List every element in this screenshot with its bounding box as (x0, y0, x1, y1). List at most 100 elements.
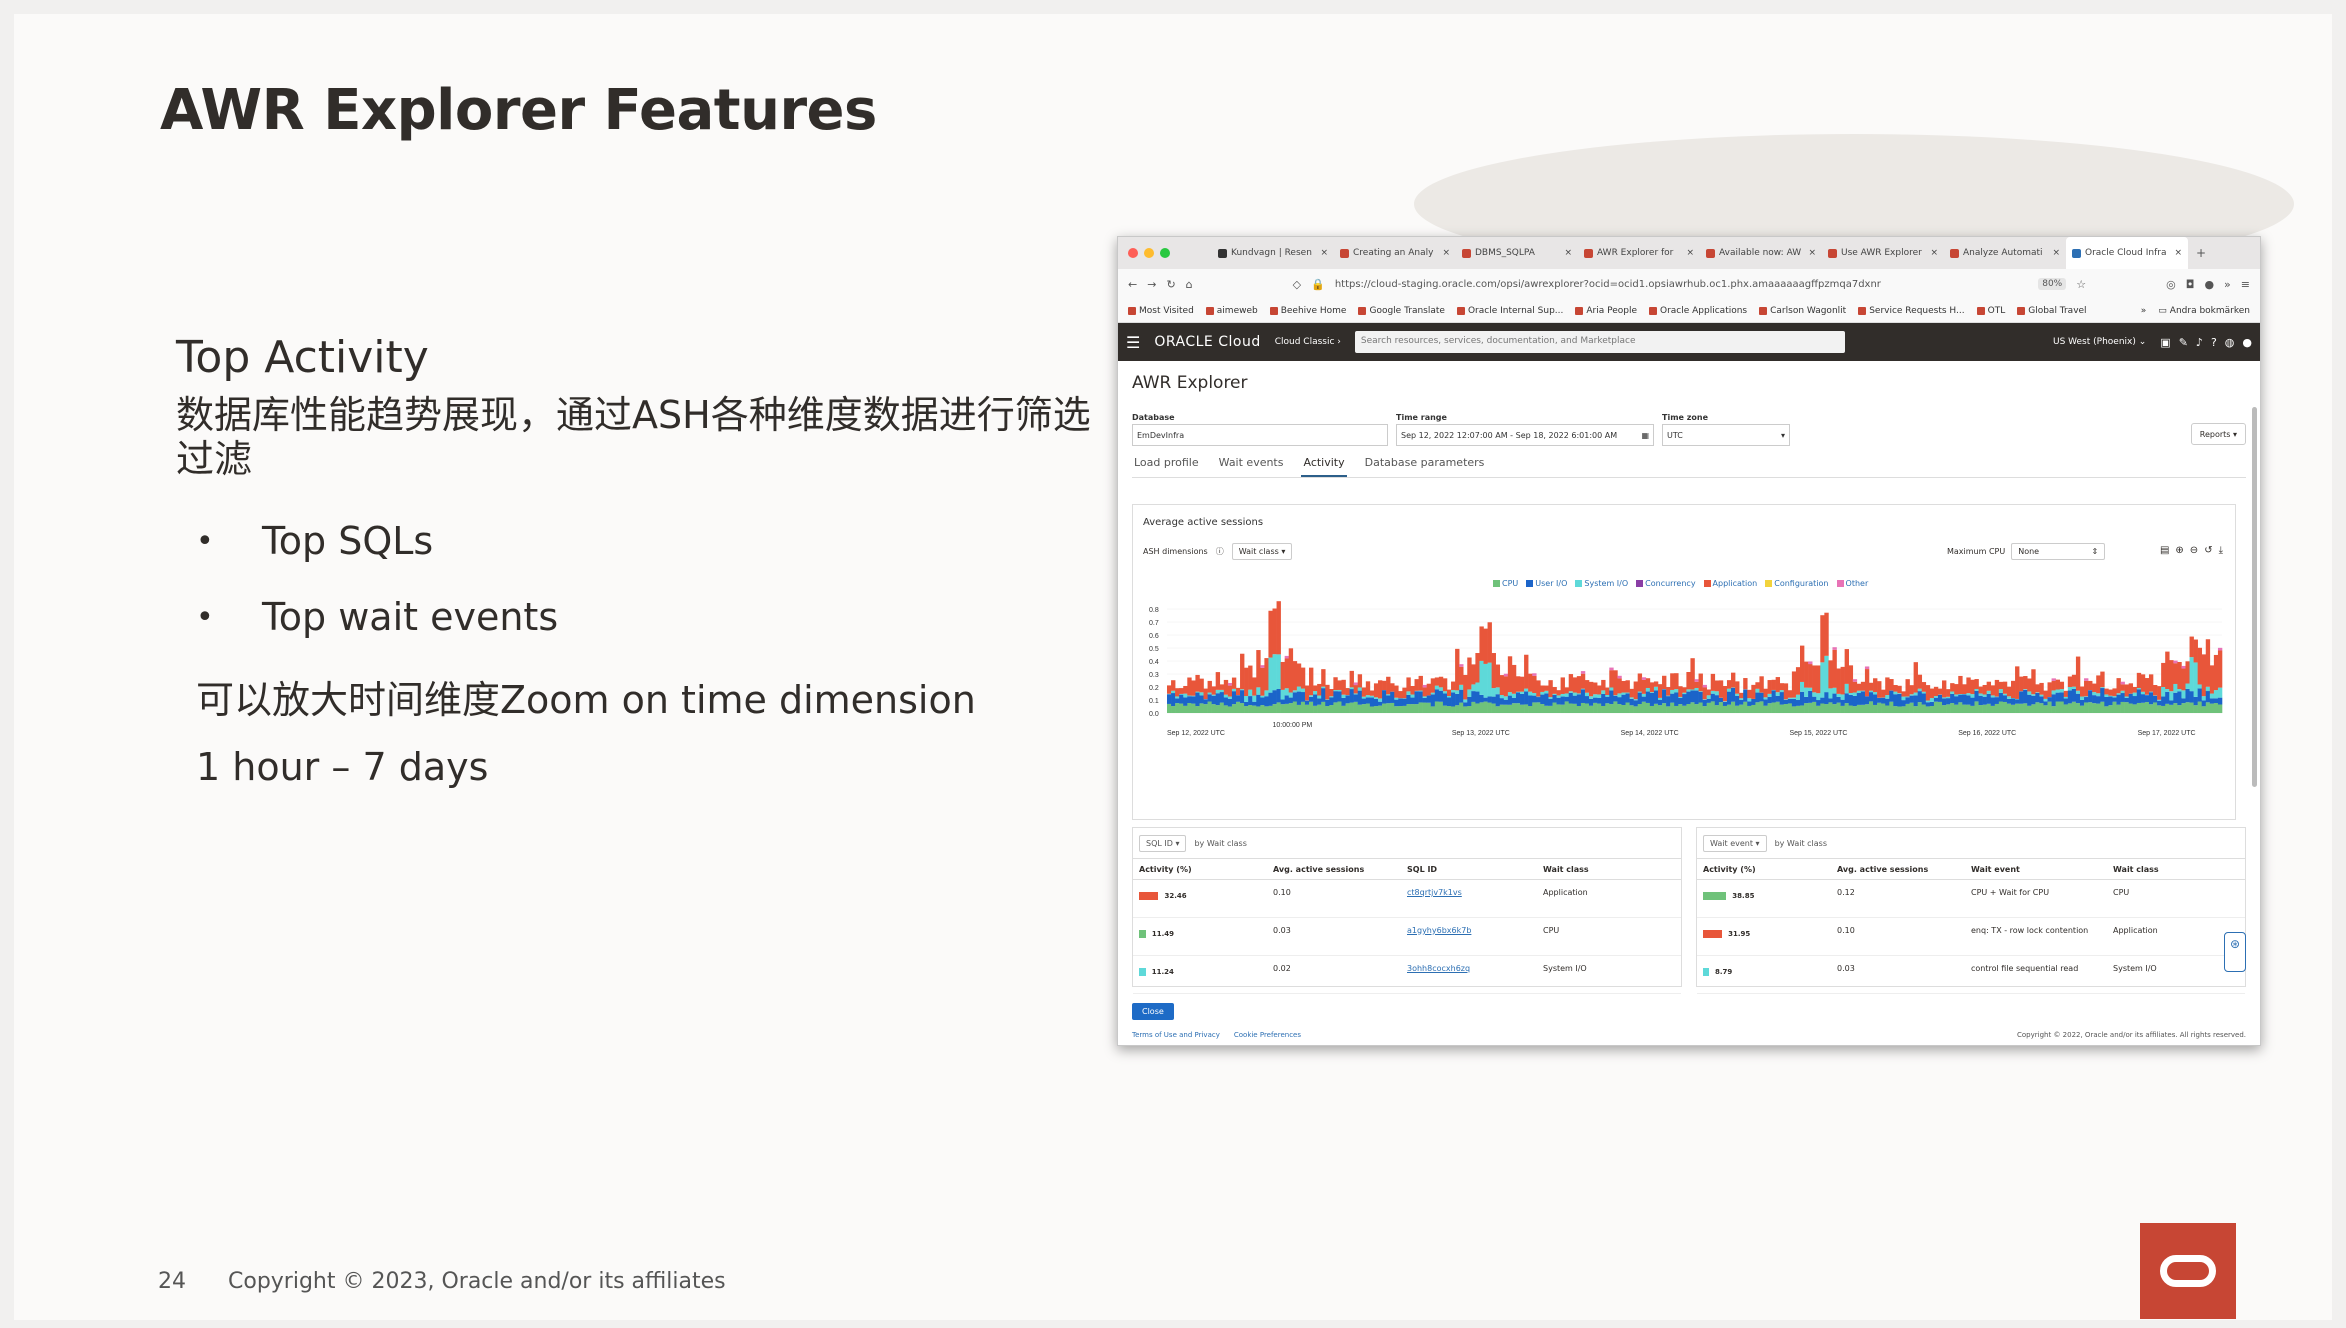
reports-button[interactable]: Reports ▾ (2190, 423, 2246, 445)
cloud-classic-link[interactable]: Cloud Classic › (1275, 337, 1341, 347)
table-view-icon[interactable]: ▤ (2160, 545, 2169, 556)
cookie-link[interactable]: Cookie Preferences (1234, 1031, 1301, 1039)
table-row[interactable]: 11.49 0.03 a1gyhy6bx6k7b CPU (1133, 918, 1681, 956)
oci-search-input[interactable]: Search resources, services, documentatio… (1354, 331, 1845, 353)
bookmark-item[interactable]: Service Requests H... (1858, 306, 1965, 316)
header-wait-class[interactable]: Wait class (2107, 865, 2245, 874)
terms-link[interactable]: Terms of Use and Privacy (1132, 1031, 1220, 1039)
tab-close-icon[interactable]: × (1564, 248, 1572, 258)
browser-tab[interactable]: Oracle Cloud Infra × (2066, 237, 2188, 269)
bookmark-item[interactable]: OTL (1976, 306, 2005, 316)
time-range-input[interactable]: Sep 12, 2022 12:07:00 AM - Sep 18, 2022 … (1396, 424, 1654, 446)
legend-item[interactable]: Application (1703, 579, 1757, 588)
tab-database-parameters[interactable]: Database parameters (1363, 452, 1487, 477)
oracle-cloud-logo[interactable]: ORACLE Cloud (1154, 334, 1260, 350)
profile-icon[interactable]: ● (2242, 336, 2252, 349)
zoom-level[interactable]: 80% (2038, 278, 2067, 290)
legend-item[interactable]: Configuration (1765, 579, 1829, 588)
bell-icon[interactable]: ♪ (2196, 336, 2203, 349)
sql-dimension-select[interactable]: SQL ID ▾ (1139, 834, 1187, 852)
bookmark-star-icon[interactable]: ☆ (2076, 278, 2086, 291)
sql-id-link[interactable]: ct8qrtjv7k1vs (1401, 888, 1537, 917)
new-tab-icon[interactable]: + (2196, 246, 2206, 260)
header-sql-id[interactable]: SQL ID (1401, 865, 1537, 874)
tab-close-icon[interactable]: × (1686, 248, 1694, 258)
pocket-icon[interactable]: ◘ (2186, 278, 2195, 291)
table-row[interactable]: 38.85 0.12 CPU + Wait for CPU CPU (1697, 880, 2245, 918)
header-aas[interactable]: Avg. active sessions (1267, 865, 1401, 874)
aas-chart[interactable]: 0.8 0.7 0.6 0.5 0.4 0.3 0.2 0.1 0.0 Sep 12, 2022 … (1147, 601, 2227, 811)
header-activity[interactable]: Activity (%) (1133, 865, 1267, 874)
extension-icon[interactable]: ● (2204, 278, 2214, 291)
maximize-window-icon[interactable] (1160, 248, 1170, 258)
tab-activity[interactable]: Activity (1301, 452, 1347, 477)
sql-id-link[interactable]: a1gyhy6bx6k7b (1401, 926, 1537, 955)
tab-close-icon[interactable]: × (1808, 248, 1816, 258)
table-row[interactable]: 31.95 0.10 enq: TX - row lock contention Ap… (1697, 918, 2245, 956)
browser-tab[interactable]: Use AWR Explorer × (1822, 237, 1944, 269)
calendar-icon[interactable]: ▦ (1641, 431, 1649, 440)
max-cpu-select[interactable]: None ⇕ (2011, 543, 2106, 560)
address-field[interactable]: https://cloud-staging.oracle.com/opsi/aw… (1335, 279, 2028, 290)
bookmarks-overflow-icon[interactable]: » (2141, 306, 2147, 316)
download-icon[interactable]: ⤓ (2219, 545, 2223, 556)
account-icon[interactable]: ◎ (2166, 278, 2176, 291)
bookmark-item[interactable]: Beehive Home (1269, 306, 1346, 316)
header-wait-event[interactable]: Wait event (1965, 865, 2107, 874)
header-activity[interactable]: Activity (%) (1697, 865, 1831, 874)
bookmark-item[interactable]: Google Translate (1358, 306, 1445, 316)
forward-icon[interactable]: → (1147, 278, 1156, 291)
bookmark-item[interactable]: Carlson Wagonlit (1759, 306, 1846, 316)
zoom-in-icon[interactable]: ⊕ (2175, 545, 2183, 556)
table-row[interactable]: 32.46 0.10 ct8qrtjv7k1vs Application (1133, 880, 1681, 918)
browser-tab[interactable]: Available now: AW × (1700, 237, 1822, 269)
tab-load-profile[interactable]: Load profile (1132, 452, 1201, 477)
legend-item[interactable]: CPU (1493, 579, 1518, 588)
overflow-icon[interactable]: » (2224, 278, 2231, 291)
legend-item[interactable]: User I/O (1526, 579, 1567, 588)
scrollbar[interactable] (2252, 407, 2257, 787)
close-button[interactable]: Close (1132, 1003, 1174, 1020)
help-widget-icon[interactable]: ⊛ (2224, 932, 2246, 972)
close-window-icon[interactable] (1128, 248, 1138, 258)
bookmark-item[interactable]: Aria People (1575, 306, 1637, 316)
menu-icon[interactable]: ≡ (2241, 278, 2250, 291)
hamburger-menu-icon[interactable]: ☰ (1126, 333, 1140, 352)
table-row[interactable]: 8.79 0.03 control file sequential read Syst… (1697, 956, 2245, 994)
back-icon[interactable]: ← (1128, 278, 1137, 291)
tab-close-icon[interactable]: × (1320, 248, 1328, 258)
tab-wait-events[interactable]: Wait events (1217, 452, 1286, 477)
tab-close-icon[interactable]: × (1442, 248, 1450, 258)
browser-tab[interactable]: Kundvagn | Resen × (1212, 237, 1334, 269)
header-wait-class[interactable]: Wait class (1537, 865, 1681, 874)
header-aas[interactable]: Avg. active sessions (1831, 865, 1965, 874)
tab-close-icon[interactable]: × (2052, 248, 2060, 258)
bookmark-item[interactable]: aimeweb (1205, 306, 1258, 316)
wait-dimension-select[interactable]: Wait event ▾ (1703, 834, 1767, 852)
table-row[interactable]: 11.24 0.02 3ohh8cocxh6zq System I/O (1133, 956, 1681, 994)
browser-tab[interactable]: Creating an Analy × (1334, 237, 1456, 269)
time-zone-select[interactable]: UTC ▾ (1662, 424, 1790, 446)
bookmark-item[interactable]: Oracle Internal Sup... (1456, 306, 1563, 316)
browser-tab[interactable]: Analyze Automati × (1944, 237, 2066, 269)
browser-tab[interactable]: DBMS_SQLPA × (1456, 237, 1578, 269)
bookmark-item[interactable]: Most Visited (1128, 306, 1194, 316)
bookmark-item[interactable]: Global Travel (2017, 306, 2087, 316)
region-selector[interactable]: US West (Phoenix) ⌄ (2053, 337, 2146, 347)
legend-item[interactable]: System I/O (1575, 579, 1628, 588)
bookmark-item[interactable]: Oracle Applications (1649, 306, 1747, 316)
tab-close-icon[interactable]: × (2174, 248, 2182, 258)
edit-icon[interactable]: ✎ (2179, 336, 2188, 349)
tab-close-icon[interactable]: × (1930, 248, 1938, 258)
cloud-shell-icon[interactable]: ▣ (2160, 336, 2170, 349)
other-bookmarks[interactable]: ▭ Andra bokmärken (2158, 306, 2250, 316)
legend-item[interactable]: Concurrency (1636, 579, 1696, 588)
minimize-window-icon[interactable] (1144, 248, 1154, 258)
reload-icon[interactable]: ↻ (1166, 278, 1175, 291)
globe-icon[interactable]: ◍ (2225, 336, 2235, 349)
sql-id-link[interactable]: 3ohh8cocxh6zq (1401, 964, 1537, 993)
reset-icon[interactable]: ↺ (2204, 545, 2212, 556)
legend-item[interactable]: Other (1836, 579, 1868, 588)
info-icon[interactable]: ⓘ (1216, 546, 1224, 557)
home-icon[interactable]: ⌂ (1186, 278, 1193, 291)
